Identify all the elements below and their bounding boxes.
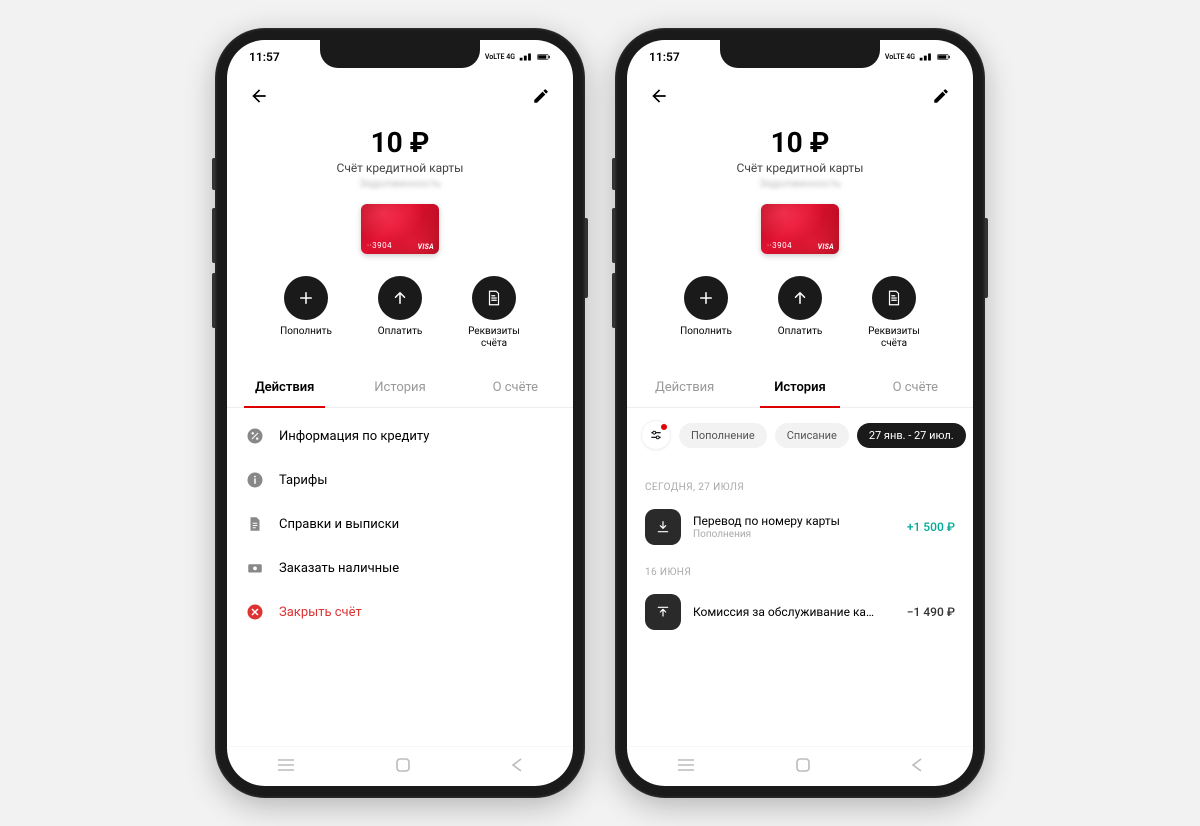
phone-right: 11:57 VoLTE 4G 10 ₽ Счёт кредитной карты… xyxy=(615,28,985,798)
filter-row: Пополнение Списание 27 янв. - 27 июл. xyxy=(627,408,973,462)
item-credit-info[interactable]: Информация по кредиту xyxy=(227,414,573,458)
tabs: Действия История О счёте xyxy=(227,368,573,408)
action-details[interactable]: Реквизиты счёта xyxy=(859,276,929,350)
pencil-icon xyxy=(532,87,550,105)
item-statements[interactable]: Справки и выписки xyxy=(227,502,573,546)
status-indicators: VoLTE 4G xyxy=(885,52,951,62)
action-details[interactable]: Реквизиты счёта xyxy=(459,276,529,350)
item-close-account[interactable]: Закрыть счёт xyxy=(227,590,573,634)
tx-title: Перевод по номеру карты xyxy=(693,514,895,528)
arrow-left-icon xyxy=(249,86,269,106)
info-icon xyxy=(245,470,265,490)
file-icon xyxy=(245,514,265,534)
nav-back[interactable] xyxy=(511,757,523,776)
tx-title: Комиссия за обслуживание ка… xyxy=(693,605,895,619)
tab-about[interactable]: О счёте xyxy=(858,368,973,407)
back-button[interactable] xyxy=(243,80,275,112)
status-time: 11:57 xyxy=(649,50,680,64)
sliders-icon xyxy=(649,428,663,442)
status-bar: 11:57 VoLTE 4G xyxy=(227,40,573,74)
section-june: 16 июня xyxy=(627,553,973,586)
item-tariffs[interactable]: Тарифы xyxy=(227,458,573,502)
status-bar: 11:57 VoLTE 4G xyxy=(627,40,973,74)
status-time: 11:57 xyxy=(249,50,280,64)
status-indicators: VoLTE 4G xyxy=(485,52,551,62)
nav-home[interactable] xyxy=(795,757,811,777)
history-list: Сегодня, 27 июля Перевод по номеру карты… xyxy=(627,462,973,746)
action-pay[interactable]: Оплатить xyxy=(365,276,435,350)
chip-topup[interactable]: Пополнение xyxy=(679,423,767,448)
action-topup[interactable]: Пополнить xyxy=(671,276,741,350)
card-image[interactable]: ··3904 VISA xyxy=(361,204,439,254)
upload-icon xyxy=(645,594,681,630)
card-brand: VISA xyxy=(818,243,834,251)
document-icon xyxy=(485,289,503,307)
quick-actions: Пополнить Оплатить Реквизиты счёта xyxy=(227,276,573,350)
document-icon xyxy=(885,289,903,307)
debt-line: Задолженность xyxy=(227,177,573,190)
tab-actions[interactable]: Действия xyxy=(627,368,742,407)
tabs: Действия История О счёте xyxy=(627,368,973,408)
app-bar xyxy=(627,74,973,118)
android-navbar xyxy=(227,746,573,786)
balance-amount: 10 ₽ xyxy=(227,126,573,159)
section-today: Сегодня, 27 июля xyxy=(627,468,973,501)
action-topup[interactable]: Пополнить xyxy=(271,276,341,350)
account-name: Счёт кредитной карты xyxy=(627,161,973,175)
nav-recent[interactable] xyxy=(277,757,295,776)
balance-section: 10 ₽ Счёт кредитной карты Задолженность … xyxy=(227,118,573,258)
tab-history[interactable]: История xyxy=(742,368,857,407)
chip-debit[interactable]: Списание xyxy=(775,423,849,448)
filter-button[interactable] xyxy=(641,420,671,450)
pencil-icon xyxy=(932,87,950,105)
arrow-up-icon xyxy=(391,289,409,307)
arrow-left-icon xyxy=(649,86,669,106)
tx-amount: −1 490 ₽ xyxy=(907,605,955,619)
card-brand: VISA xyxy=(418,243,434,251)
action-pay[interactable]: Оплатить xyxy=(765,276,835,350)
phone-left: 11:57 VoLTE 4G 10 ₽ Счёт кредитной карты… xyxy=(215,28,585,798)
back-button[interactable] xyxy=(643,80,675,112)
card-last4: ··3904 xyxy=(767,241,792,250)
card-image[interactable]: ··3904 VISA xyxy=(761,204,839,254)
account-name: Счёт кредитной карты xyxy=(227,161,573,175)
plus-icon xyxy=(297,289,315,307)
tx-amount: +1 500 ₽ xyxy=(907,520,955,534)
percent-icon xyxy=(245,426,265,446)
balance-amount: 10 ₽ xyxy=(627,126,973,159)
tab-actions[interactable]: Действия xyxy=(227,368,342,407)
tx-subtitle: Пополнения xyxy=(693,529,895,540)
nav-recent[interactable] xyxy=(677,757,695,776)
cash-icon xyxy=(245,558,265,578)
tab-about[interactable]: О счёте xyxy=(458,368,573,407)
balance-section: 10 ₽ Счёт кредитной карты Задолженность … xyxy=(627,118,973,258)
quick-actions: Пополнить Оплатить Реквизиты счёта xyxy=(627,276,973,350)
item-order-cash[interactable]: Заказать наличные xyxy=(227,546,573,590)
tab-history[interactable]: История xyxy=(342,368,457,407)
nav-home[interactable] xyxy=(395,757,411,777)
plus-icon xyxy=(697,289,715,307)
actions-list: Информация по кредиту Тарифы Справки и в… xyxy=(227,408,573,746)
close-circle-icon xyxy=(245,602,265,622)
edit-button[interactable] xyxy=(925,80,957,112)
chip-daterange[interactable]: 27 янв. - 27 июл. xyxy=(857,423,966,448)
android-navbar xyxy=(627,746,973,786)
tx-row[interactable]: Комиссия за обслуживание ка… −1 490 ₽ xyxy=(627,586,973,638)
nav-back[interactable] xyxy=(911,757,923,776)
card-last4: ··3904 xyxy=(367,241,392,250)
tx-row[interactable]: Перевод по номеру карты Пополнения +1 50… xyxy=(627,501,973,553)
arrow-up-icon xyxy=(791,289,809,307)
download-icon xyxy=(645,509,681,545)
debt-line: Задолженность xyxy=(627,177,973,190)
edit-button[interactable] xyxy=(525,80,557,112)
app-bar xyxy=(227,74,573,118)
